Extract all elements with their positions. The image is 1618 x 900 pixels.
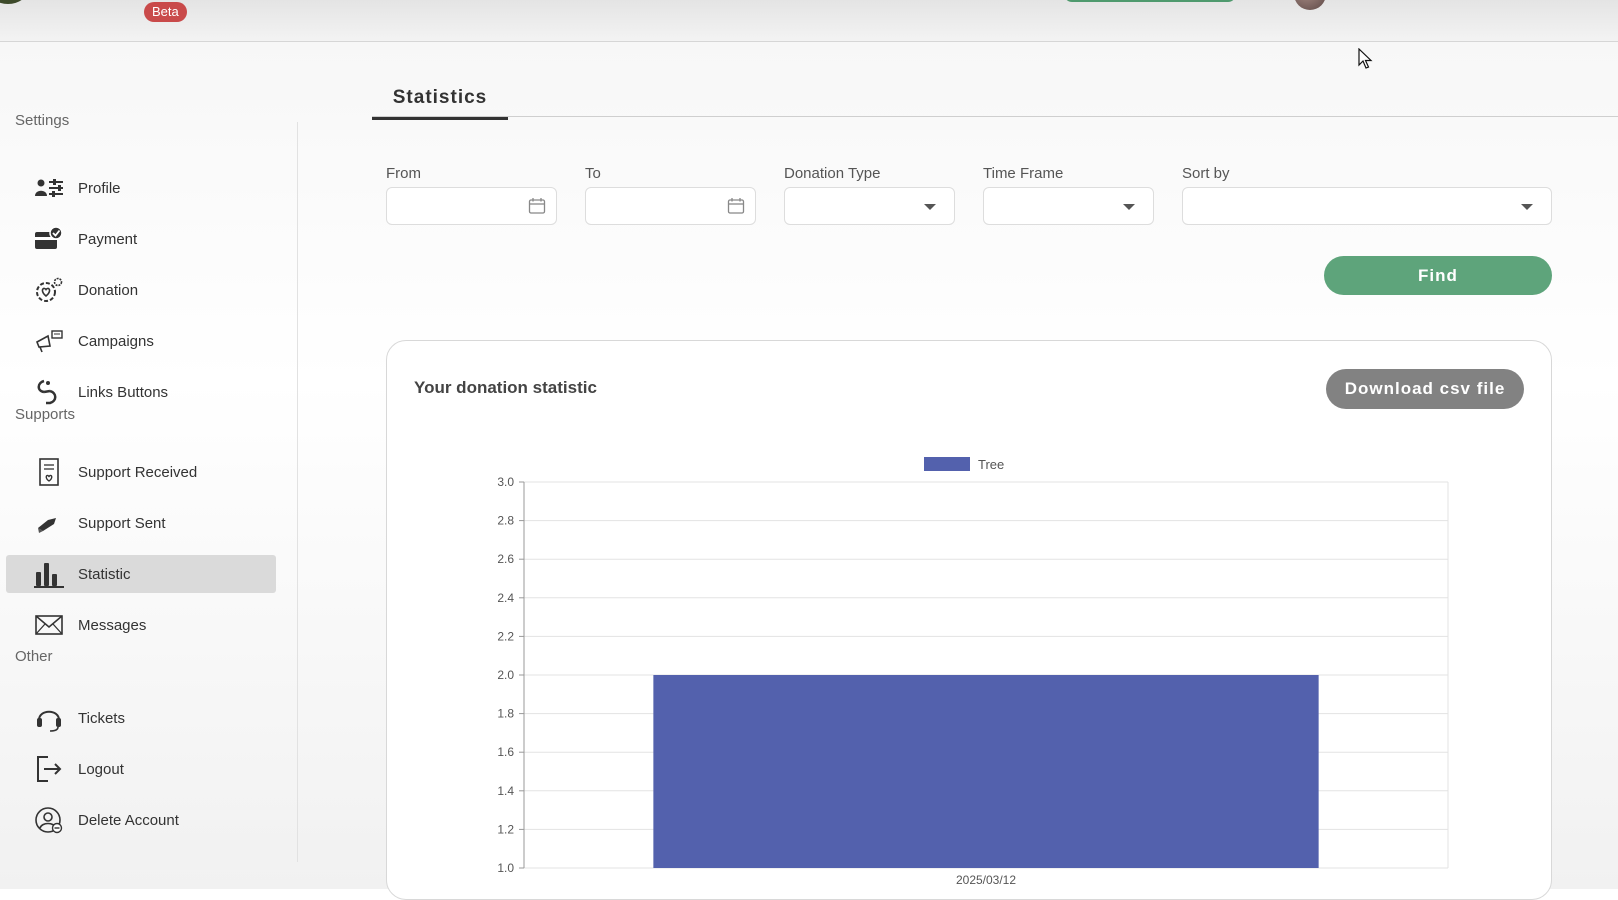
x-tick-label: 2025/03/12: [956, 873, 1016, 887]
y-tick-label: 2.6: [497, 552, 514, 566]
y-tick-label: 2.2: [497, 629, 514, 643]
y-tick-label: 1.6: [497, 745, 514, 759]
y-tick-label: 1.2: [497, 822, 514, 836]
y-tick-label: 2.4: [497, 591, 514, 605]
bar: [653, 675, 1319, 868]
legend-label: Tree: [978, 457, 1004, 472]
donation-bar-chart: 1.0 1.2 1.4 1.6 1.8 2.0 2.2 2.4 2.6 2.8 3.0 2025/03…: [497, 457, 1449, 887]
y-tick-label: 1.4: [497, 784, 514, 798]
y-tick-label: 1.0: [497, 861, 514, 875]
y-tick-label: 3.0: [497, 475, 514, 489]
y-tick-label: 2.8: [497, 514, 514, 528]
legend-swatch: [924, 457, 970, 471]
y-tick-label: 2.0: [497, 668, 514, 682]
y-tick-label: 1.8: [497, 707, 514, 721]
